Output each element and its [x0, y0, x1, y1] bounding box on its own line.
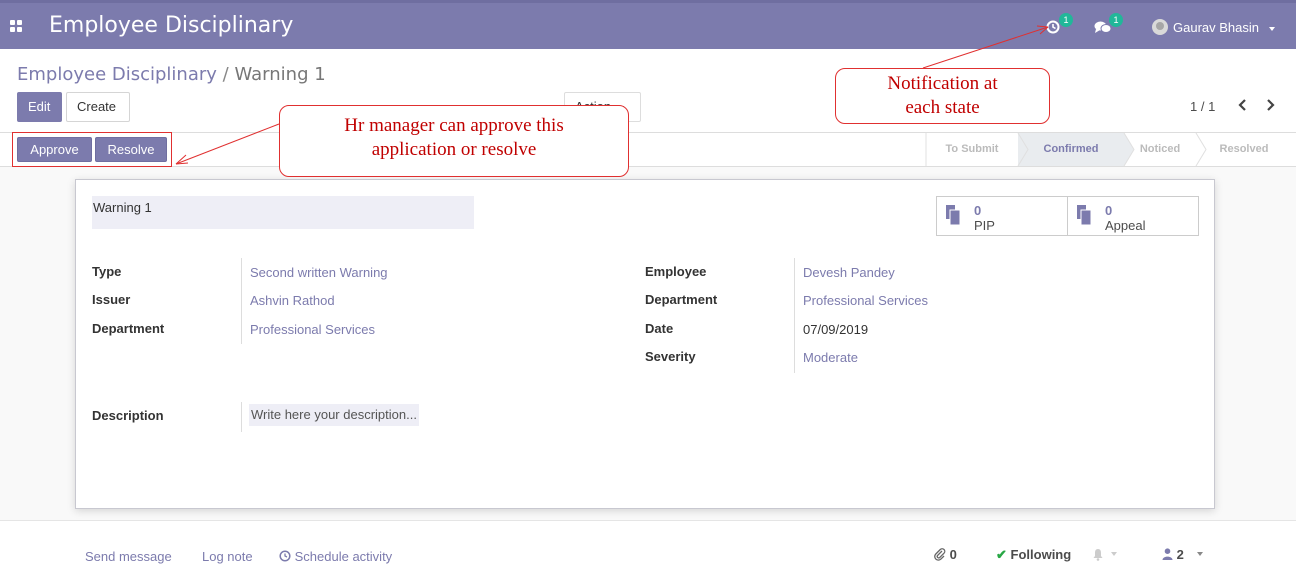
field-separator [241, 402, 242, 432]
documents-icon [946, 205, 961, 226]
department-label: Department [92, 321, 165, 336]
field-separator [794, 258, 795, 373]
followers-button[interactable]: 2 [1162, 547, 1184, 562]
user-icon [1162, 548, 1173, 560]
chevron-down-icon[interactable] [1111, 552, 1117, 556]
breadcrumb-separator: / [222, 64, 229, 85]
approve-annotation-line-1: Hr manager can approve this [344, 115, 564, 136]
field-separator [241, 258, 242, 344]
user-avatar[interactable] [1152, 19, 1168, 35]
clock-icon [1046, 20, 1060, 34]
user-name: Gaurav Bhasin [1173, 20, 1259, 35]
employee-label: Employee [645, 264, 707, 279]
activity-count-badge: 1 [1059, 13, 1073, 27]
department-value[interactable]: Professional Services [250, 322, 375, 337]
followers-count: 2 [1176, 547, 1184, 562]
approve-annotation-line-2: application or resolve [371, 139, 537, 160]
messages-count-badge: 1 [1109, 13, 1123, 27]
bell-icon[interactable] [1092, 548, 1104, 561]
attachments-count: 0 [949, 547, 957, 562]
schedule-activity-button[interactable]: Schedule activity [279, 549, 392, 564]
chevron-down-icon[interactable] [1197, 552, 1203, 556]
employee-department-label: Department [645, 292, 718, 307]
user-menu[interactable]: Gaurav Bhasin [1173, 20, 1275, 35]
description-label: Description [92, 408, 164, 423]
severity-label: Severity [645, 349, 696, 364]
following-label: Following [1010, 547, 1072, 562]
appeal-smart-button[interactable]: 0 Appeal [1067, 196, 1199, 236]
edit-button[interactable]: Edit [17, 92, 62, 122]
notification-annotation-line-2: each state [905, 97, 980, 118]
send-message-button[interactable]: Send message [85, 549, 172, 564]
create-button[interactable]: Create [66, 92, 130, 122]
following-button[interactable]: ✔ Following [996, 547, 1071, 563]
appeal-label: Appeal [1105, 218, 1146, 233]
activity-menu[interactable]: 1 [1046, 13, 1073, 37]
date-label: Date [645, 321, 674, 336]
top-navbar: Employee Disciplinary 1 1 Gaurav Bhasin [0, 0, 1296, 49]
breadcrumb-parent[interactable]: Employee Disciplinary [17, 64, 217, 85]
messages-menu[interactable]: 1 [1094, 13, 1126, 37]
clock-icon [279, 550, 291, 562]
chevron-down-icon [1268, 26, 1275, 31]
pager-value[interactable]: 1 / 1 [1190, 99, 1215, 114]
apps-menu-icon[interactable] [10, 20, 23, 33]
notification-annotation: Notification at each state [835, 68, 1050, 124]
type-value[interactable]: Second written Warning [250, 265, 388, 280]
pip-label: PIP [974, 218, 995, 233]
paperclip-icon [934, 548, 946, 561]
stage-arrows [925, 133, 1207, 166]
annotation-highlight [12, 132, 172, 167]
chevron-right-icon[interactable] [1264, 98, 1276, 112]
breadcrumb: Employee Disciplinary / Warning 1 [17, 64, 326, 85]
breadcrumb-current: Warning 1 [234, 64, 326, 85]
checkmark-icon: ✔ [996, 547, 1007, 562]
documents-icon [1077, 205, 1092, 226]
log-note-button[interactable]: Log note [202, 549, 253, 564]
notification-annotation-line-1: Notification at [887, 73, 998, 94]
attachments-button[interactable]: 0 [934, 547, 957, 562]
type-label: Type [92, 264, 122, 279]
schedule-activity-label: Schedule activity [294, 549, 393, 564]
employee-department-value[interactable]: Professional Services [803, 293, 928, 308]
pip-count: 0 [974, 203, 982, 218]
date-value[interactable]: 07/09/2019 [803, 322, 868, 337]
appeal-count: 0 [1105, 203, 1113, 218]
approve-annotation: Hr manager can approve this application … [279, 105, 629, 177]
issuer-label: Issuer [92, 292, 131, 307]
app-title: Employee Disciplinary [49, 13, 294, 38]
chevron-left-icon[interactable] [1237, 98, 1249, 112]
employee-value[interactable]: Devesh Pandey [803, 265, 895, 280]
pip-smart-button[interactable]: 0 PIP [936, 196, 1068, 236]
record-name-field[interactable]: Warning 1 [92, 196, 474, 229]
description-field[interactable]: Write here your description... [249, 404, 419, 426]
severity-value[interactable]: Moderate [803, 350, 858, 365]
issuer-value[interactable]: Ashvin Rathod [250, 293, 335, 308]
